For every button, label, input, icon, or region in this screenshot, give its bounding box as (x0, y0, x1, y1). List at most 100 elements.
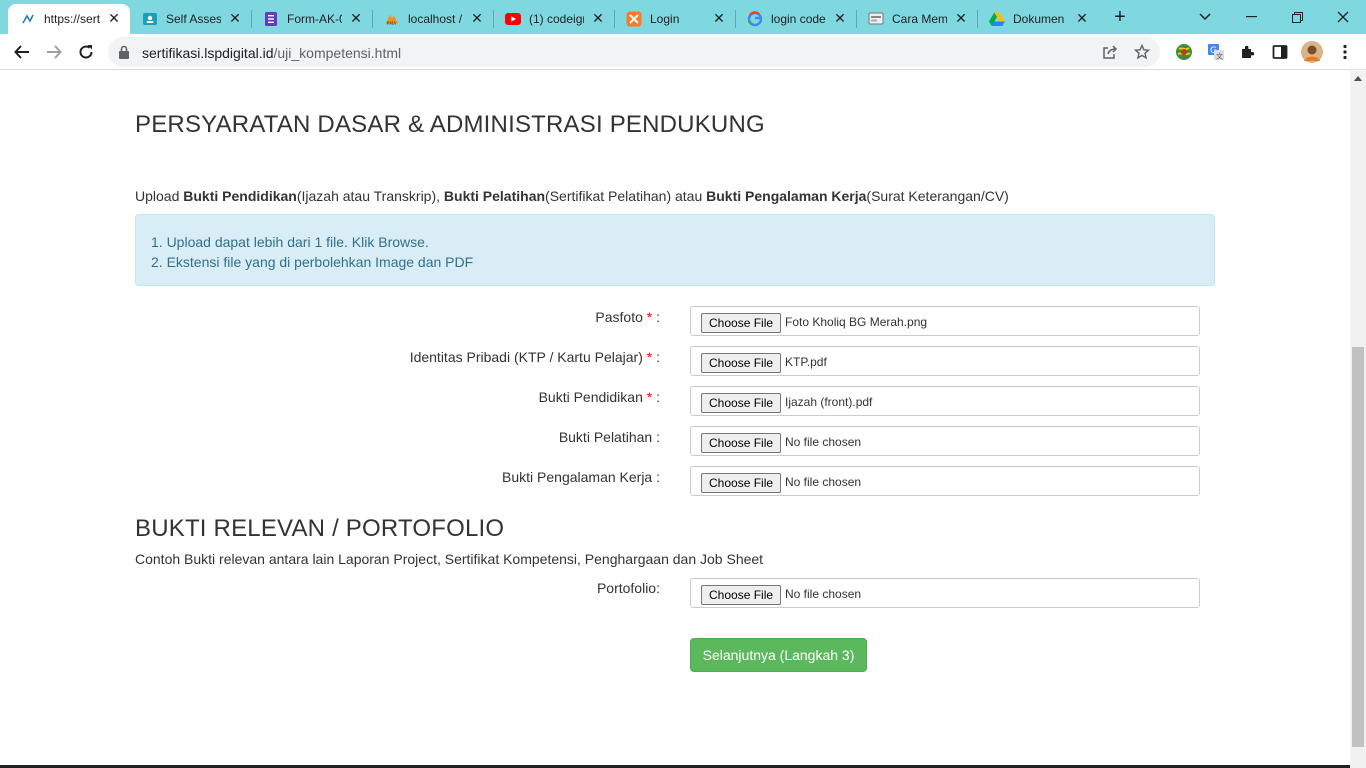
tab-localhost[interactable]: PMA localhost / 127.0.0.1 ✕ (372, 4, 493, 34)
choose-file-button[interactable]: Choose File (701, 353, 782, 373)
choose-file-button[interactable]: Choose File (701, 433, 782, 453)
url-host: sertifikasi.lspdigital.id (142, 45, 274, 61)
file-name: Ijazah (front).pdf (785, 395, 873, 409)
kebab-menu-icon[interactable] (1336, 43, 1354, 61)
tab-title: https://sertifikasi.lspdigital.id (44, 12, 100, 26)
tab-title: Dokumen (1013, 12, 1065, 26)
arrow-left-icon (14, 45, 29, 59)
intro-bold: Bukti Pelatihan (443, 188, 546, 204)
reload-icon (79, 45, 93, 59)
close-window-button[interactable] (1320, 0, 1366, 34)
globe-extension-icon[interactable] (1175, 43, 1193, 61)
field-label-text: Identitas Pribadi (KTP / Kartu Pelajar) (409, 349, 643, 365)
field-label: Bukti Pelatihan : (559, 429, 660, 445)
puzzle-extensions-icon[interactable] (1239, 43, 1257, 61)
close-icon[interactable]: ✕ (469, 11, 485, 27)
field-row-pengalaman: Bukti Pengalaman Kerja : Choose File No … (135, 466, 1215, 496)
file-input-pendidikan[interactable]: Choose File Ijazah (front).pdf (690, 386, 1200, 416)
file-input-portofolio[interactable]: Choose File No file chosen (690, 578, 1200, 608)
back-button[interactable] (10, 40, 34, 64)
intro-text: (Surat Keterangan/CV) (866, 188, 1009, 204)
file-input-identitas[interactable]: Choose File KTP.pdf (690, 346, 1200, 376)
side-panel-icon[interactable] (1271, 43, 1289, 61)
close-icon[interactable]: ✕ (106, 11, 122, 27)
upload-instructions: Upload Bukti Pendidikan(Ijazah atau Tran… (135, 188, 1009, 204)
page-scrollbar[interactable] (1350, 71, 1366, 768)
star-icon[interactable] (1133, 43, 1151, 60)
svg-text:文: 文 (1216, 52, 1223, 61)
youtube-icon (505, 11, 521, 27)
file-name: No file chosen (785, 435, 862, 449)
tab-dokumen[interactable]: Dokumen ✕ (977, 4, 1098, 34)
close-icon[interactable]: ✕ (590, 11, 606, 27)
forms-icon (263, 11, 279, 27)
field-label: Identitas Pribadi (KTP / Kartu Pelajar) … (410, 349, 660, 365)
tab-youtube[interactable]: (1) codeigniter ✕ (493, 4, 614, 34)
close-icon[interactable]: ✕ (348, 11, 364, 27)
portfolio-description: Contoh Bukti relevan antara lain Laporan… (135, 551, 764, 567)
section-title-persyaratan: PERSYARATAN DASAR & ADMINISTRASI PENDUKU… (135, 111, 765, 138)
alert-line: 1. Upload dapat lebih dari 1 file. Klik … (151, 234, 429, 250)
tab-cara-membuat[interactable]: Cara Membuat ✕ (856, 4, 977, 34)
section-title-portofolio: BUKTI RELEVAN / PORTOFOLIO (135, 515, 505, 542)
choose-file-button[interactable]: Choose File (701, 473, 782, 493)
url-path: /uji_kompetensi.html (273, 45, 402, 61)
field-label-text: Bukti Pengalaman Kerja (502, 469, 653, 485)
phpmyadmin-icon: PMA (384, 11, 400, 27)
choose-file-button[interactable]: Choose File (701, 585, 782, 605)
intro-text: (Sertifikat Pelatihan) atau (545, 188, 707, 204)
field-label-text: Pasfoto (595, 309, 643, 325)
choose-file-button[interactable]: Choose File (701, 393, 782, 413)
next-step-button[interactable]: Selanjutnya (Langkah 3) (690, 638, 867, 672)
close-icon[interactable]: ✕ (953, 11, 969, 27)
contact-card-icon (142, 11, 158, 27)
tab-title: Cara Membuat (892, 12, 947, 26)
scrollbar-thumb[interactable] (1352, 347, 1364, 747)
forward-button[interactable] (42, 40, 66, 64)
tab-login[interactable]: Login ✕ (614, 4, 735, 34)
svg-text:PMA: PMA (387, 21, 397, 27)
choose-file-button[interactable]: Choose File (701, 313, 782, 333)
browser-toolbar: sertifikasi.lspdigital.id/uji_kompetensi… (0, 34, 1366, 70)
file-name: No file chosen (785, 475, 862, 489)
file-name: No file chosen (785, 587, 862, 601)
minimize-icon (1245, 16, 1257, 18)
file-name: Foto Kholiq BG Merah.png (785, 315, 928, 329)
lsp-favicon-icon (20, 11, 36, 27)
chevron-down-icon (1199, 13, 1211, 21)
info-alert: 1. Upload dapat lebih dari 1 file. Klik … (135, 214, 1215, 286)
tab-search-button[interactable] (1182, 0, 1228, 34)
address-bar[interactable]: sertifikasi.lspdigital.id/uji_kompetensi… (108, 37, 1160, 67)
new-tab-button[interactable]: + (1110, 6, 1130, 28)
page-content: PERSYARATAN DASAR & ADMINISTRASI PENDUKU… (0, 71, 1350, 768)
field-label: Bukti Pendidikan * : (539, 389, 660, 405)
file-name: KTP.pdf (785, 355, 827, 369)
restore-icon (1291, 11, 1303, 23)
close-icon[interactable]: ✕ (832, 11, 848, 27)
tab-lsp[interactable]: https://sertifikasi.lspdigital.id ✕ (8, 4, 130, 34)
close-icon[interactable]: ✕ (227, 11, 243, 27)
field-label-suffix: : (652, 429, 660, 445)
drive-icon (989, 11, 1005, 27)
tab-self-assessment[interactable]: Self Assessment ✕ (130, 4, 251, 34)
intro-bold: Bukti Pengalaman Kerja (706, 188, 867, 204)
close-icon[interactable]: ✕ (1074, 11, 1090, 27)
avatar[interactable] (1301, 41, 1323, 63)
tab-form-ak[interactable]: Form-AK-01 ✕ (251, 4, 372, 34)
field-label-text: Bukti Pendidikan (538, 389, 643, 405)
file-input-pasfoto[interactable]: Choose File Foto Kholiq BG Merah.png (690, 306, 1200, 336)
url-text: sertifikasi.lspdigital.id/uji_kompetensi… (142, 45, 401, 61)
arrow-right-icon (47, 45, 62, 59)
tab-title: Login (650, 12, 680, 26)
minimize-button[interactable] (1228, 0, 1274, 34)
file-input-pengalaman[interactable]: Choose File No file chosen (690, 466, 1200, 496)
share-icon[interactable] (1102, 44, 1118, 60)
reload-button[interactable] (74, 40, 98, 64)
field-row-identitas: Identitas Pribadi (KTP / Kartu Pelajar) … (135, 346, 1215, 376)
tab-login-code[interactable]: login code ✕ (735, 4, 856, 34)
file-input-pelatihan[interactable]: Choose File No file chosen (690, 426, 1200, 456)
scroll-up-arrow-icon[interactable] (1354, 76, 1362, 81)
restore-button[interactable] (1274, 0, 1320, 34)
close-icon[interactable]: ✕ (711, 11, 727, 27)
translate-icon[interactable]: G文 (1207, 43, 1225, 61)
